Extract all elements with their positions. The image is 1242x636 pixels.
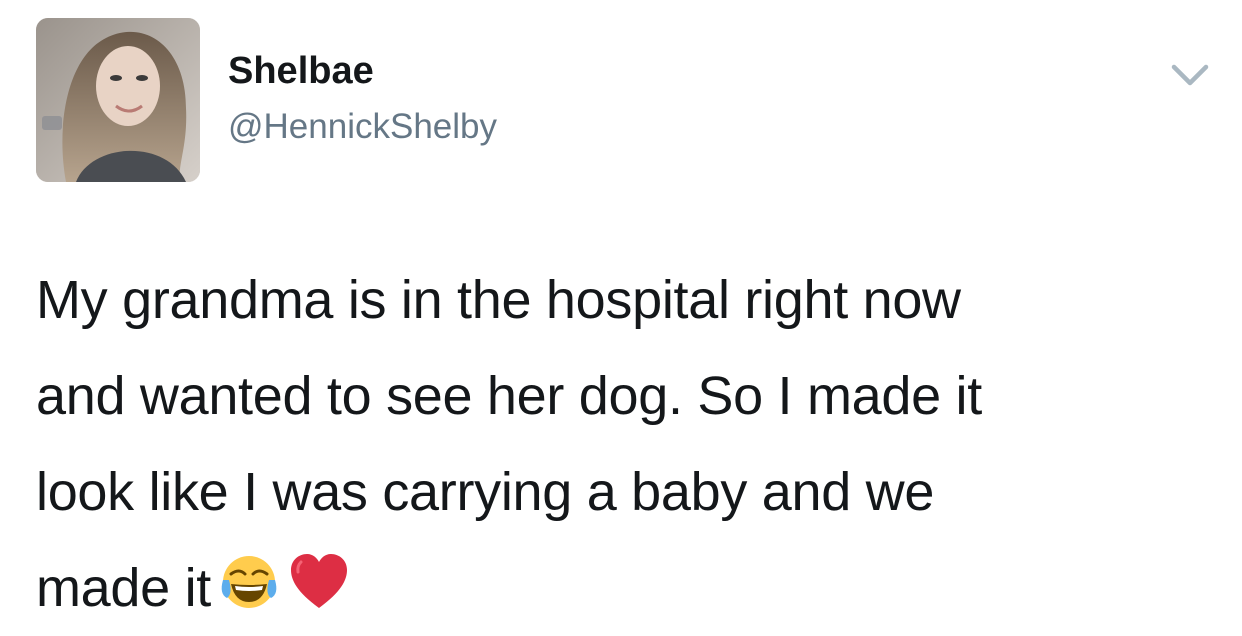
tweet-text-line: My grandma is in the hospital right now [36, 270, 961, 330]
red-heart-icon [287, 550, 351, 614]
tweet-text: My grandma is in the hospital right now … [36, 252, 1216, 636]
avatar[interactable] [36, 18, 200, 182]
user-handle[interactable]: @HennickShelby [228, 106, 497, 148]
chevron-down-icon[interactable] [1168, 58, 1212, 92]
tweet-text-line: and wanted to see her dog. So I made it [36, 366, 982, 426]
tweet-text-line: made it [36, 558, 211, 618]
face-with-tears-of-joy-icon [217, 550, 281, 614]
avatar-image [36, 18, 200, 182]
tweet-text-line: look like I was carrying a baby and we [36, 462, 935, 522]
display-name[interactable]: Shelbae [228, 48, 374, 94]
